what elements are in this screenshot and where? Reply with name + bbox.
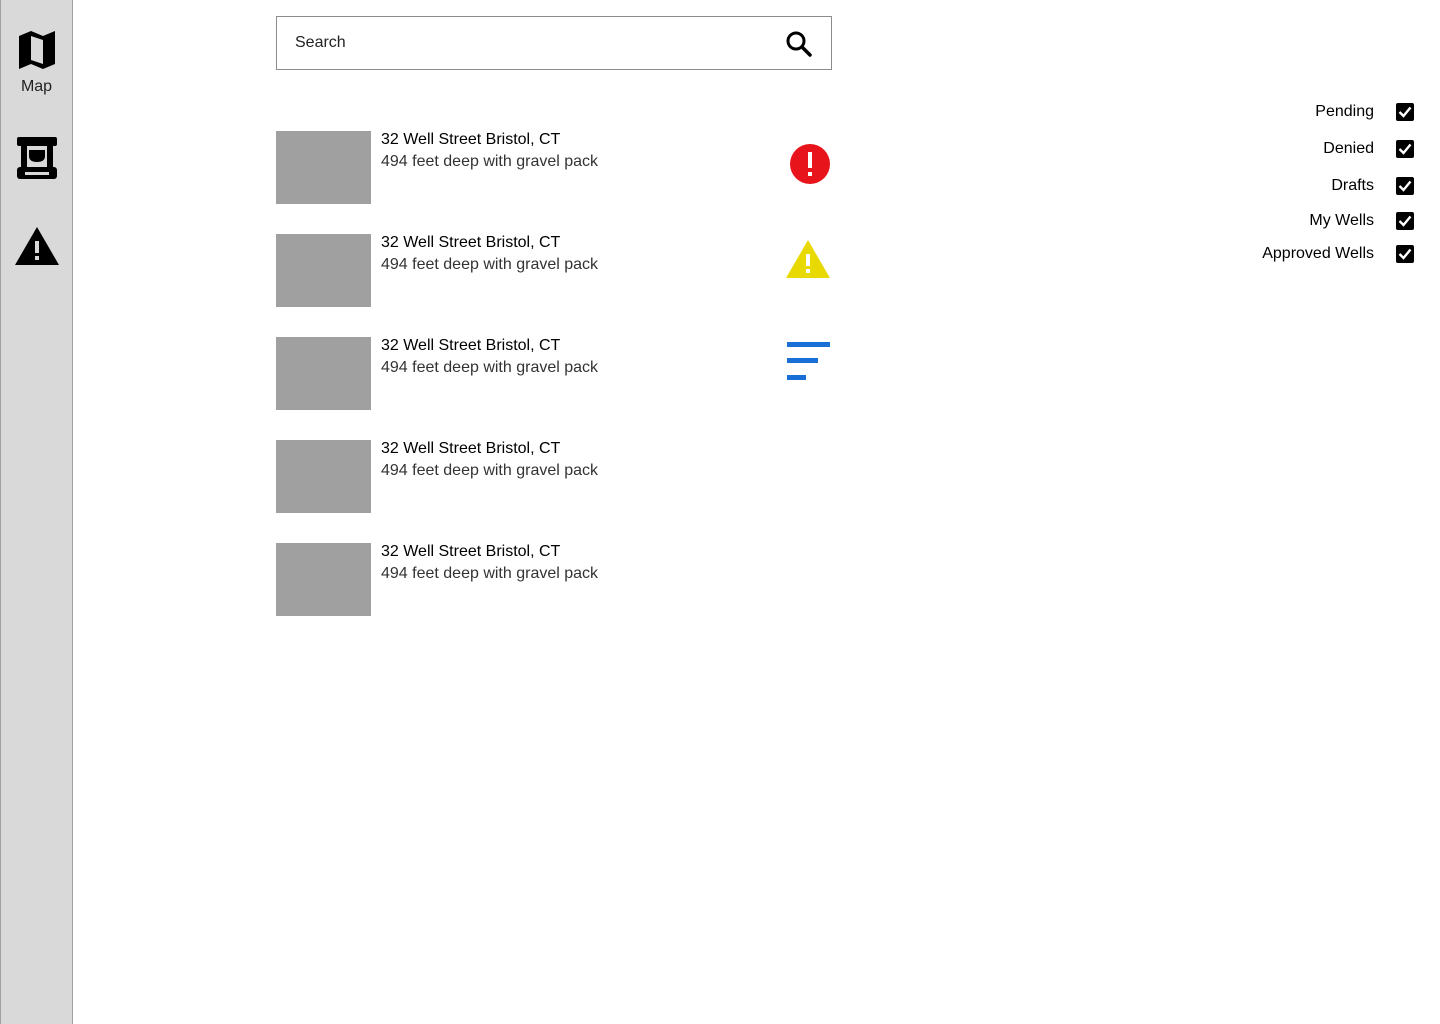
- filter-checkbox-my-wells[interactable]: [1396, 212, 1414, 230]
- well-description: 494 feet deep with gravel pack: [381, 565, 599, 582]
- sidebar-item-map[interactable]: Map: [1, 30, 72, 96]
- well-thumbnail: [276, 440, 371, 513]
- filter-denied[interactable]: Denied: [1323, 137, 1414, 161]
- warning-icon: [14, 227, 59, 265]
- filter-drafts[interactable]: Drafts: [1331, 174, 1414, 198]
- draft-lines-icon: [787, 342, 830, 380]
- check-icon: [1398, 143, 1412, 155]
- filter-approved-wells[interactable]: Approved Wells: [1262, 242, 1414, 266]
- sidebar-item-kiosk[interactable]: [1, 136, 72, 180]
- filter-pending[interactable]: Pending: [1315, 100, 1414, 124]
- error-circle-icon: [790, 144, 830, 184]
- well-thumbnail: [276, 234, 371, 307]
- well-thumbnail: [276, 543, 371, 616]
- kiosk-icon: [16, 137, 57, 179]
- well-description: 494 feet deep with gravel pack: [381, 256, 599, 273]
- search-input[interactable]: [277, 17, 767, 69]
- warning-triangle-icon: [786, 240, 830, 278]
- well-address: 32 Well Street Bristol, CT: [381, 543, 561, 560]
- well-address: 32 Well Street Bristol, CT: [381, 440, 561, 457]
- well-description: 494 feet deep with gravel pack: [381, 153, 599, 170]
- sidebar-nav: Map: [0, 0, 73, 1024]
- search-bar: [276, 16, 832, 70]
- filter-checkbox-pending[interactable]: [1396, 103, 1414, 121]
- well-address: 32 Well Street Bristol, CT: [381, 234, 561, 251]
- well-row[interactable]: 32 Well Street Bristol, CT 494 feet deep…: [276, 440, 836, 543]
- filter-label: Pending: [1315, 103, 1374, 120]
- check-icon: [1398, 180, 1412, 192]
- search-icon: [786, 31, 812, 57]
- filter-label: My Wells: [1309, 212, 1374, 229]
- sidebar-item-label: Map: [20, 78, 53, 95]
- well-list: 32 Well Street Bristol, CT 494 feet deep…: [276, 131, 836, 646]
- filter-checkbox-approved-wells[interactable]: [1396, 245, 1414, 263]
- filter-checkbox-drafts[interactable]: [1396, 177, 1414, 195]
- filter-label: Denied: [1323, 140, 1374, 157]
- check-icon: [1398, 248, 1412, 260]
- well-row[interactable]: 32 Well Street Bristol, CT 494 feet deep…: [276, 543, 836, 646]
- filter-checkbox-denied[interactable]: [1396, 140, 1414, 158]
- well-thumbnail: [276, 131, 371, 204]
- well-description: 494 feet deep with gravel pack: [381, 462, 599, 479]
- well-row[interactable]: 32 Well Street Bristol, CT 494 feet deep…: [276, 337, 836, 440]
- well-row[interactable]: 32 Well Street Bristol, CT 494 feet deep…: [276, 234, 836, 337]
- well-thumbnail: [276, 337, 371, 410]
- check-icon: [1398, 106, 1412, 118]
- search-button[interactable]: [785, 30, 813, 58]
- well-address: 32 Well Street Bristol, CT: [381, 131, 561, 148]
- sidebar-item-alerts[interactable]: [1, 226, 72, 266]
- well-description: 494 feet deep with gravel pack: [381, 359, 599, 376]
- filter-my-wells[interactable]: My Wells: [1309, 209, 1414, 233]
- filter-label: Approved Wells: [1262, 245, 1374, 262]
- check-icon: [1398, 215, 1412, 227]
- map-icon: [18, 31, 55, 69]
- well-row[interactable]: 32 Well Street Bristol, CT 494 feet deep…: [276, 131, 836, 234]
- well-address: 32 Well Street Bristol, CT: [381, 337, 561, 354]
- filter-label: Drafts: [1331, 177, 1374, 194]
